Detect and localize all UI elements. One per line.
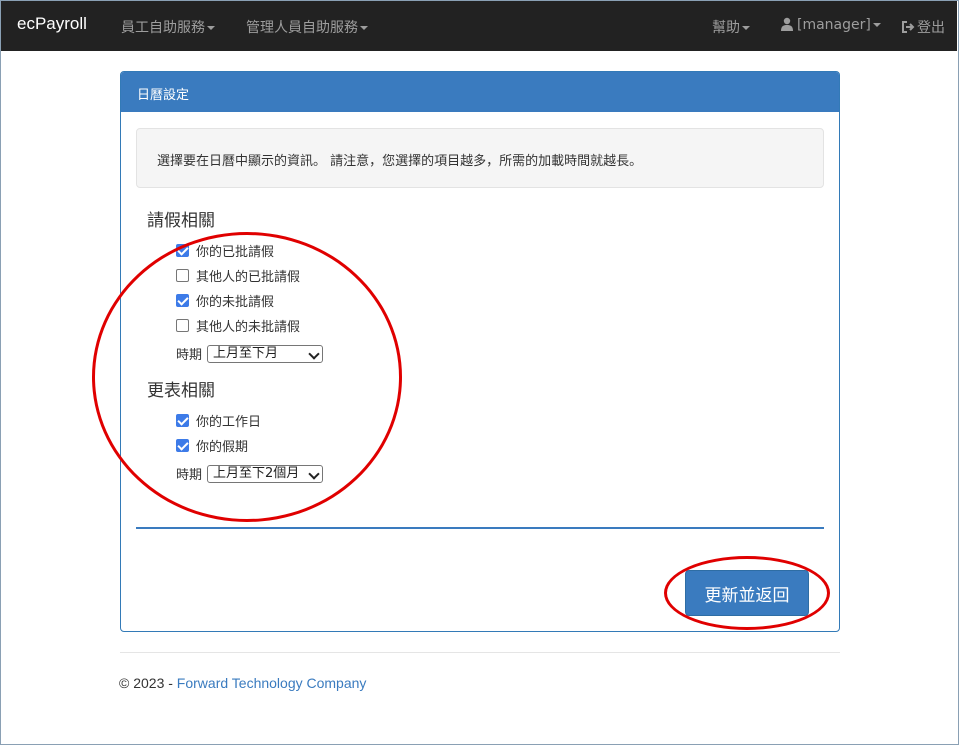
caret-down-icon [360, 26, 368, 30]
menu-employee-label: 員工自助服務 [121, 20, 205, 36]
checkbox-own-workdays[interactable]: 你的工作日 [176, 411, 261, 430]
chevron-down-icon [308, 347, 320, 360]
checkbox-box[interactable] [176, 319, 189, 332]
footer-divider [120, 652, 840, 653]
checkbox-own-pending-leave[interactable]: 你的未批請假 [176, 291, 274, 310]
leave-section-title: 請假相關 [147, 211, 215, 231]
panel-heading: 日曆設定 [121, 72, 839, 112]
footer: © 2023 - Forward Technology Company [119, 675, 366, 691]
menu-help-label: 幫助 [712, 20, 740, 36]
logout-link[interactable]: 登出 [901, 17, 945, 37]
chevron-down-icon [308, 467, 320, 480]
checkbox-label: 其他人的未批請假 [196, 320, 301, 335]
footer-company-link[interactable]: Forward Technology Company [177, 675, 367, 691]
checkbox-box[interactable] [176, 439, 189, 452]
menu-help[interactable]: 幫助 [712, 17, 750, 37]
logout-icon [902, 21, 915, 33]
period-label: 時期 [176, 348, 203, 363]
brand-logo[interactable]: ecPayroll [17, 14, 87, 34]
checkbox-box[interactable] [176, 269, 189, 282]
menu-employee-self-service[interactable]: 員工自助服務 [121, 17, 215, 37]
section-divider [136, 527, 824, 529]
shift-period-row: 時期 上月至下2個月 [176, 464, 324, 483]
update-and-return-button[interactable]: 更新並返回 [685, 570, 809, 616]
checkbox-own-holidays[interactable]: 你的假期 [176, 436, 248, 455]
checkbox-box[interactable] [176, 414, 189, 427]
checkbox-own-approved-leave[interactable]: 你的已批請假 [176, 241, 274, 260]
menu-manager-label: 管理人員自助服務 [246, 20, 358, 36]
leave-period-row: 時期 上月至下月 [176, 344, 324, 363]
checkbox-box[interactable] [176, 294, 189, 307]
select-value: 上月至下2個月 [213, 465, 300, 481]
shift-section-title: 更表相關 [147, 381, 215, 401]
user-icon [781, 17, 793, 31]
menu-user[interactable]: [manager] [780, 17, 881, 33]
navbar: ecPayroll 員工自助服務 管理人員自助服務 幫助 [manager] 登… [1, 1, 957, 51]
shift-period-select[interactable]: 上月至下2個月 [207, 464, 324, 483]
panel-title: 日曆設定 [137, 88, 190, 103]
calendar-settings-panel: 日曆設定 選擇要在日曆中顯示的資訊。 請注意，您選擇的項目越多，所需的加載時間就… [120, 71, 840, 632]
select-value: 上月至下月 [213, 345, 279, 361]
logout-label: 登出 [917, 20, 945, 36]
caret-down-icon [207, 26, 215, 30]
footer-copyright: © 2023 - [119, 675, 177, 691]
caret-down-icon [872, 23, 881, 27]
info-notice: 選擇要在日曆中顯示的資訊。 請注意，您選擇的項目越多，所需的加載時間就越長。 [136, 128, 824, 188]
checkbox-others-pending-leave[interactable]: 其他人的未批請假 [176, 316, 300, 335]
checkbox-label: 你的假期 [196, 440, 249, 455]
checkbox-box[interactable] [176, 244, 189, 257]
checkbox-label: 其他人的已批請假 [196, 270, 301, 285]
checkbox-others-approved-leave[interactable]: 其他人的已批請假 [176, 266, 300, 285]
checkbox-label: 你的工作日 [196, 415, 262, 430]
notice-text: 選擇要在日曆中顯示的資訊。 請注意，您選擇的項目越多，所需的加載時間就越長。 [157, 154, 643, 169]
menu-manager-self-service[interactable]: 管理人員自助服務 [246, 17, 368, 37]
checkbox-label: 你的已批請假 [196, 245, 275, 260]
checkbox-label: 你的未批請假 [196, 295, 275, 310]
period-label: 時期 [176, 468, 203, 483]
caret-down-icon [742, 26, 750, 30]
menu-user-label: [manager] [797, 17, 871, 33]
leave-period-select[interactable]: 上月至下月 [207, 344, 324, 363]
